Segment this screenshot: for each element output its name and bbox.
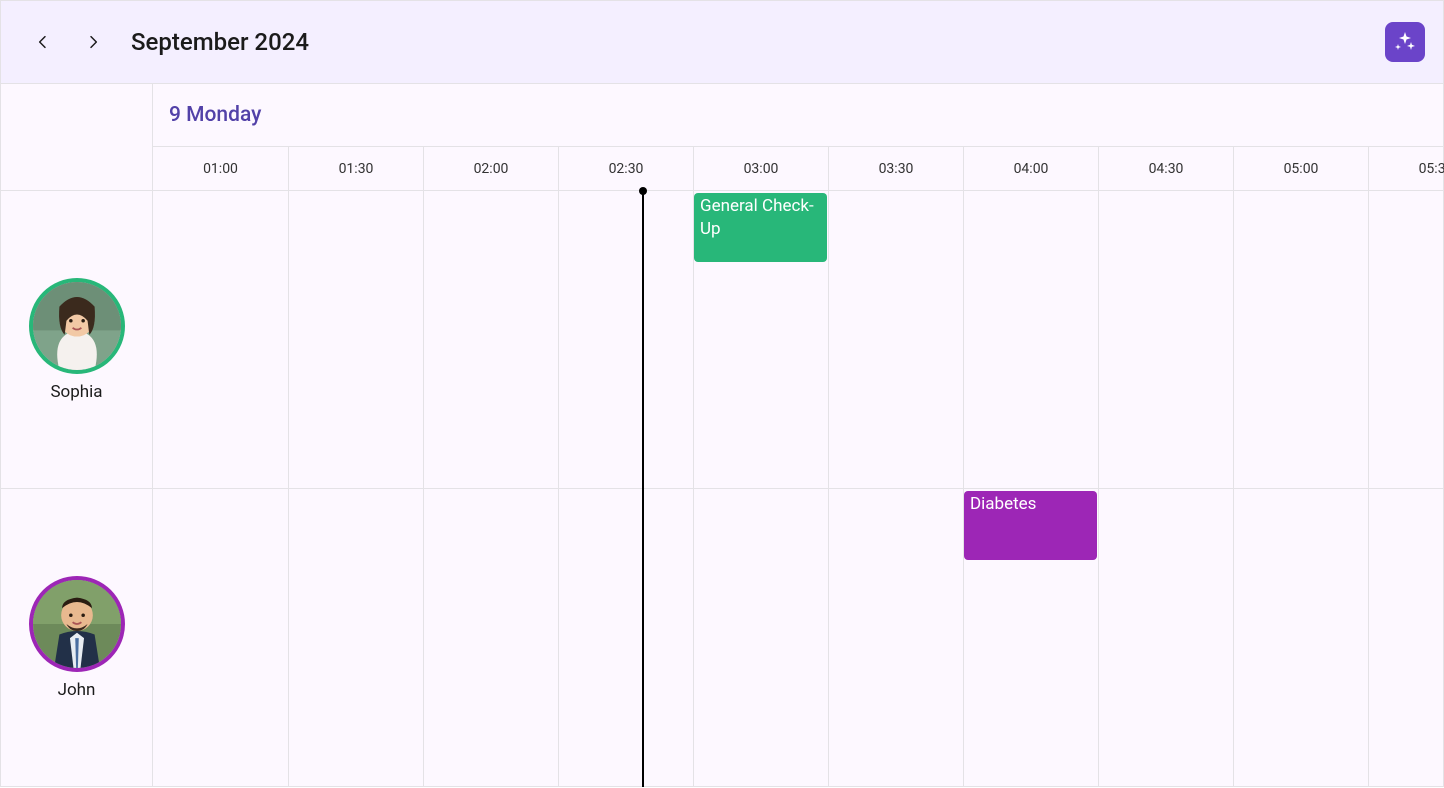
time-header-cell: 02:00 — [423, 147, 558, 190]
appointment[interactable]: General Check-Up — [694, 193, 827, 262]
schedule-cell[interactable] — [1233, 191, 1368, 488]
header-title: September 2024 — [131, 28, 309, 56]
time-header-cell: 03:30 — [828, 147, 963, 190]
schedule-cell[interactable] — [1368, 191, 1444, 488]
schedule-cell[interactable] — [828, 489, 963, 786]
resource-cell[interactable]: John — [1, 489, 152, 787]
schedule-cell[interactable] — [153, 489, 288, 786]
time-header-cell: 01:30 — [288, 147, 423, 190]
resource-name: John — [58, 680, 96, 700]
resource-name: Sophia — [50, 382, 102, 402]
resource-cell[interactable]: Sophia — [1, 191, 152, 489]
schedule-cell[interactable] — [288, 191, 423, 488]
time-header-cell: 01:00 — [153, 147, 288, 190]
schedule-cell[interactable] — [153, 191, 288, 488]
resource-column: Sophia John — [1, 84, 153, 786]
avatar — [29, 576, 125, 672]
time-header-cell: 05:30 — [1368, 147, 1444, 190]
next-button[interactable] — [73, 22, 113, 62]
schedule-cell[interactable] — [828, 191, 963, 488]
schedule-cell[interactable] — [693, 489, 828, 786]
chevron-right-icon — [85, 34, 101, 50]
avatar — [29, 278, 125, 374]
grid-area: 9 Monday 01:0001:3002:0002:3003:0003:300… — [153, 84, 1443, 786]
schedule-cell[interactable] — [423, 191, 558, 488]
time-header-cell: 04:30 — [1098, 147, 1233, 190]
date-header[interactable]: 9 Monday — [153, 84, 1443, 147]
prev-button[interactable] — [23, 22, 63, 62]
schedule-cell[interactable] — [1098, 191, 1233, 488]
schedule-cell[interactable] — [423, 489, 558, 786]
sparkle-icon — [1393, 30, 1417, 54]
time-header-cell: 02:30 — [558, 147, 693, 190]
schedule-cell[interactable] — [1368, 489, 1444, 786]
scheduler: Sophia John 9 Monday 01:0001:3002:0002:30… — [0, 84, 1444, 787]
chevron-left-icon — [35, 34, 51, 50]
time-header-cell: 05:00 — [1233, 147, 1368, 190]
time-header-cell: 04:00 — [963, 147, 1098, 190]
toolbar: September 2024 — [0, 0, 1444, 84]
schedule-cell[interactable] — [1098, 489, 1233, 786]
schedule-cell[interactable] — [1233, 489, 1368, 786]
appointment[interactable]: Diabetes — [964, 491, 1097, 560]
schedule-cell[interactable] — [558, 191, 693, 488]
ai-assist-button[interactable] — [1385, 22, 1425, 62]
schedule-cell[interactable] — [963, 191, 1098, 488]
schedule-row: Diabetes — [153, 489, 1443, 787]
schedule-row: General Check-Up — [153, 191, 1443, 489]
time-header: 01:0001:3002:0002:3003:0003:3004:0004:30… — [153, 147, 1443, 191]
resource-header-blank — [1, 84, 152, 191]
schedule-cell[interactable] — [558, 489, 693, 786]
schedule-cell[interactable] — [288, 489, 423, 786]
time-header-cell: 03:00 — [693, 147, 828, 190]
